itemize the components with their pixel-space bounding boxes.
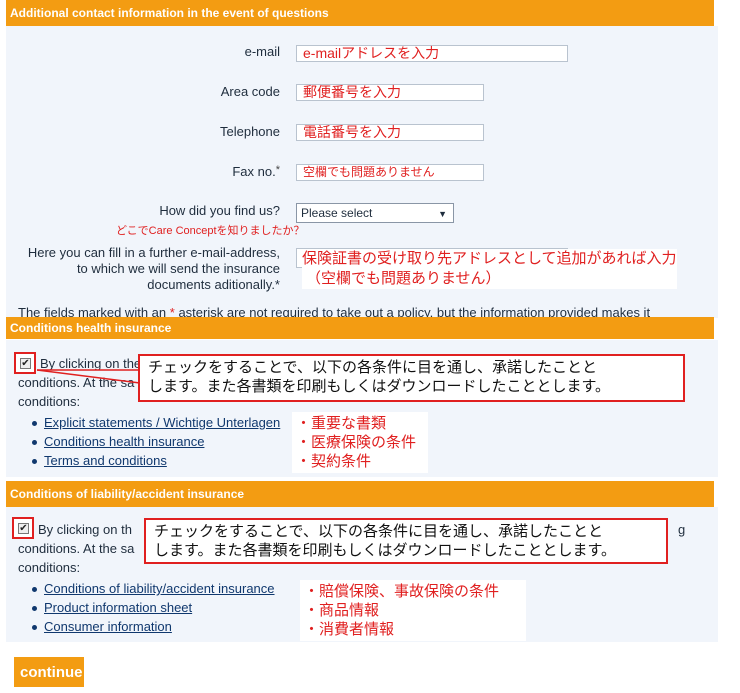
- liability-note-3: ・消費者情報: [304, 621, 395, 638]
- list-bullet: [32, 421, 37, 426]
- list-bullet: [32, 606, 37, 611]
- telephone-field[interactable]: 電話番号を入力: [296, 124, 484, 141]
- extra-email-label-line1: Here you can fill in a further e-mail-ad…: [27, 245, 280, 260]
- fields-note-suffix: asterisk are not required to take out a …: [178, 305, 651, 317]
- health-note-2: ・医療保険の条件: [296, 434, 417, 451]
- find-us-label: How did you find us?: [159, 203, 280, 218]
- contact-section-header: Additional contact information in the ev…: [6, 0, 714, 26]
- fields-note-star: *: [169, 305, 175, 317]
- list-bullet: [32, 625, 37, 630]
- health-consent-text-1: By clicking on the: [40, 356, 142, 371]
- fax-label: Fax no.*: [232, 164, 280, 179]
- liability-annotation-list: ・賠償保険、事故保険の条件 ・商品情報 ・消費者情報: [300, 580, 526, 641]
- link-conditions-liability[interactable]: Conditions of liability/accident insuran…: [44, 581, 275, 596]
- health-note-3: ・契約条件: [296, 453, 372, 470]
- health-annotation-list: ・重要な書類 ・医療保険の条件 ・契約条件: [292, 412, 428, 473]
- email-label: e-mail: [244, 44, 280, 59]
- link-terms-and-conditions[interactable]: Terms and conditions: [44, 453, 167, 468]
- fax-required-star: *: [275, 164, 280, 176]
- continue-button[interactable]: continue: [14, 657, 84, 687]
- liability-consent-text-tail: g: [678, 522, 686, 537]
- health-callout-line1: チェックをすることで、以下の各条件に目を通し、承諾したことと: [148, 359, 597, 376]
- liability-section-header: Conditions of liability/accident insuran…: [6, 481, 714, 507]
- extra-email-label-line3: documents aditionally.*: [147, 277, 280, 292]
- health-callout-line2: します。また各書類を印刷もしくはダウンロードしたこととします。: [148, 378, 611, 395]
- health-consent-checkbox[interactable]: ✔: [14, 352, 36, 374]
- link-consumer-information[interactable]: Consumer information: [44, 619, 172, 634]
- health-section-header: Conditions health insurance: [6, 317, 714, 339]
- liability-note-2: ・商品情報: [304, 602, 380, 619]
- extra-email-label: Here you can fill in a further e-mail-ad…: [28, 245, 280, 293]
- find-us-select-value: Please select: [301, 206, 373, 220]
- liability-consent-checkbox[interactable]: ✔: [12, 517, 34, 539]
- liability-callout-line2: します。また各書類を印刷もしくはダウンロードしたこととします。: [154, 542, 617, 559]
- health-note-1: ・重要な書類: [296, 415, 387, 432]
- health-consent-text-2: conditions. At the sa: [18, 375, 135, 390]
- telephone-label: Telephone: [220, 124, 280, 139]
- liability-consent-text-2: conditions. At the sa: [18, 541, 135, 556]
- area-code-label: Area code: [220, 84, 280, 99]
- health-callout: チェックをすることで、以下の各条件に目を通し、承諾したことと します。また各書類…: [138, 354, 685, 402]
- extra-email-annotation-line2: （空欄でも問題ありません）: [306, 270, 501, 287]
- fax-label-text: Fax no.: [232, 164, 276, 179]
- list-bullet: [32, 459, 37, 464]
- list-bullet: [32, 587, 37, 592]
- find-us-select[interactable]: Please select ▼: [296, 203, 454, 223]
- checkmark-icon: ✔: [18, 523, 29, 534]
- area-code-field[interactable]: 郵便番号を入力: [296, 84, 484, 101]
- link-explicit-statements[interactable]: Explicit statements / Wichtige Unterlage…: [44, 415, 280, 430]
- extra-email-annotation: 保険証書の受け取り先アドレスとして追加があれば入力 （空欄でも問題ありません）: [302, 249, 677, 289]
- email-field[interactable]: e-mailアドレスを入力: [296, 45, 568, 62]
- liability-callout-line1: チェックをすることで、以下の各条件に目を通し、承諾したことと: [154, 523, 603, 540]
- link-conditions-health[interactable]: Conditions health insurance: [44, 434, 204, 449]
- fields-note: The fields marked with an * asterisk are…: [18, 305, 718, 317]
- link-product-information[interactable]: Product information sheet: [44, 600, 192, 615]
- liability-note-1: ・賠償保険、事故保険の条件: [304, 583, 500, 600]
- extra-email-label-line2: to which we will send the insurance: [76, 261, 280, 276]
- extra-email-annotation-line1: 保険証書の受け取り先アドレスとして追加があれば入力: [302, 250, 677, 267]
- health-consent-text-3: conditions:: [18, 394, 81, 409]
- fax-field[interactable]: 空欄でも問題ありません: [296, 164, 484, 181]
- liability-callout: チェックをすることで、以下の各条件に目を通し、承諾したことと します。また各書類…: [144, 518, 668, 564]
- liability-consent-text-1: By clicking on th: [38, 522, 132, 537]
- dropdown-arrow-icon: ▼: [438, 209, 447, 219]
- liability-consent-text-3: conditions:: [18, 560, 81, 575]
- find-us-annotation: どこでCare Conceptを知りましたか？: [116, 225, 305, 237]
- list-bullet: [32, 440, 37, 445]
- fields-note-prefix: The fields marked with an: [18, 305, 167, 317]
- checkmark-icon: ✔: [20, 358, 31, 369]
